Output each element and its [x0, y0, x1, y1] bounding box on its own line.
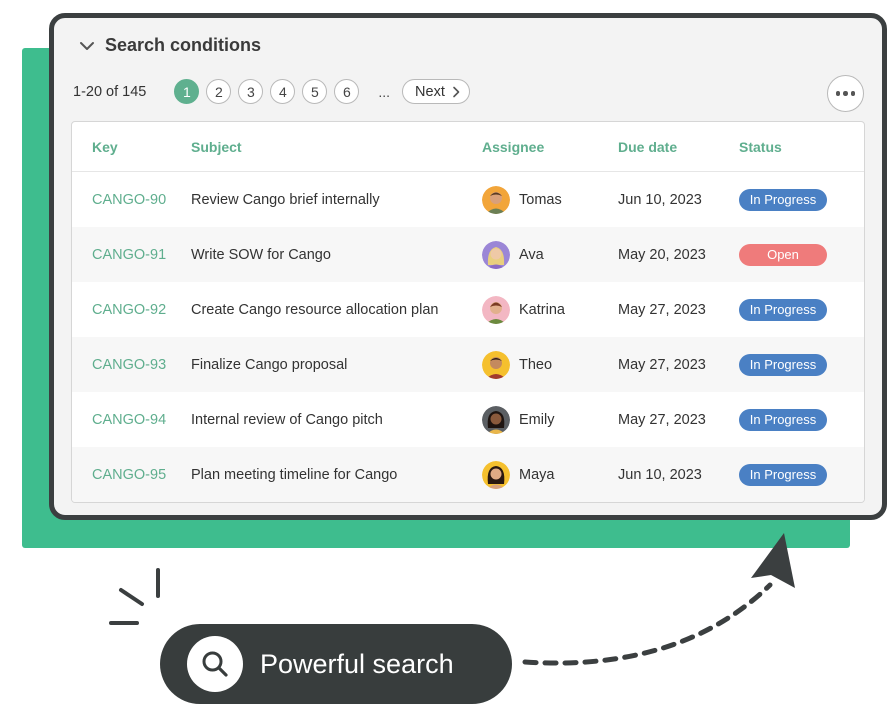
next-page-button[interactable]: Next	[402, 79, 470, 104]
due-date: Jun 10, 2023	[618, 191, 702, 208]
search-conditions-toggle[interactable]: Search conditions	[78, 35, 261, 56]
dot-icon	[850, 91, 856, 96]
page-button-5[interactable]: 5	[302, 79, 328, 104]
issue-subject: Create Cango resource allocation plan	[191, 301, 439, 318]
table-header: Key Subject Assignee Due date Status	[72, 122, 864, 172]
dashed-curve	[522, 582, 773, 666]
dot-icon	[835, 91, 841, 96]
page-ellipsis: ...	[378, 83, 391, 100]
chevron-down-icon	[80, 41, 94, 50]
search-conditions-title: Search conditions	[105, 35, 262, 55]
table-row[interactable]: CANGO-94 Internal review of Cango pitch …	[72, 392, 864, 447]
due-date: May 20, 2023	[618, 246, 706, 263]
issue-subject: Plan meeting timeline for Cango	[191, 466, 398, 483]
assignee: Maya	[482, 460, 618, 489]
avatar	[482, 405, 510, 434]
due-date: May 27, 2023	[618, 356, 706, 373]
assignee-name: Maya	[519, 466, 555, 483]
page-button-4[interactable]: 4	[270, 79, 296, 104]
issue-subject: Write SOW for Cango	[191, 246, 331, 263]
issue-subject: Finalize Cango proposal	[191, 356, 348, 373]
table-row[interactable]: CANGO-95 Plan meeting timeline for Cango…	[72, 447, 864, 502]
pagination: 1-20 of 145 1 2 3 4 5 6 ... Next	[73, 79, 470, 104]
avatar	[482, 185, 510, 214]
table-row[interactable]: CANGO-93 Finalize Cango proposal Theo Ma…	[72, 337, 864, 392]
avatar	[482, 295, 510, 324]
table-row[interactable]: CANGO-90 Review Cango brief internally T…	[72, 172, 864, 227]
page-button-2[interactable]: 2	[206, 79, 232, 104]
due-date: Jun 10, 2023	[618, 466, 702, 483]
assignee-name: Theo	[519, 356, 553, 373]
search-icon-circle	[187, 636, 243, 692]
search-icon	[202, 651, 228, 677]
header-due-date[interactable]: Due date	[618, 139, 739, 155]
assignee-name: Ava	[519, 246, 544, 263]
avatar	[482, 240, 510, 269]
due-date: May 27, 2023	[618, 411, 706, 428]
table-row[interactable]: CANGO-92 Create Cango resource allocatio…	[72, 282, 864, 337]
due-date: May 27, 2023	[618, 301, 706, 318]
header-subject[interactable]: Subject	[191, 139, 482, 155]
table-row[interactable]: CANGO-91 Write SOW for Cango Ava May 20,…	[72, 227, 864, 282]
assignee: Theo	[482, 350, 618, 379]
assignee: Tomas	[482, 185, 618, 214]
callout-label: Powerful search	[260, 648, 454, 679]
status-badge: In Progress	[739, 298, 827, 321]
assignee-name: Tomas	[519, 191, 562, 208]
spark-lines-icon	[109, 568, 160, 625]
page-button-6[interactable]: 6	[334, 79, 360, 104]
result-range: 1-20 of 145	[73, 83, 147, 100]
status-badge: In Progress	[739, 353, 827, 376]
issue-key-link[interactable]: CANGO-91	[92, 247, 166, 263]
assignee: Ava	[482, 240, 618, 269]
issues-table: Key Subject Assignee Due date Status CAN…	[71, 121, 865, 503]
status-badge: In Progress	[739, 188, 827, 211]
search-results-card: Search conditions 1-20 of 145 1 2 3 4 5 …	[49, 13, 887, 520]
chevron-right-icon	[453, 86, 460, 97]
issue-key-link[interactable]: CANGO-93	[92, 357, 166, 373]
issue-key-link[interactable]: CANGO-90	[92, 192, 166, 208]
assignee: Katrina	[482, 295, 618, 324]
avatar	[482, 350, 510, 379]
dot-icon	[843, 91, 848, 96]
status-badge: In Progress	[739, 463, 827, 486]
status-badge: Open	[739, 243, 827, 266]
header-assignee[interactable]: Assignee	[482, 139, 618, 155]
assignee-name: Emily	[519, 411, 555, 428]
status-badge: In Progress	[739, 408, 827, 431]
next-label: Next	[415, 83, 445, 100]
powerful-search-callout: Powerful search	[160, 624, 512, 704]
avatar	[482, 460, 510, 489]
assignee: Emily	[482, 405, 618, 434]
issue-key-link[interactable]: CANGO-94	[92, 412, 166, 428]
issue-subject: Internal review of Cango pitch	[191, 411, 383, 428]
page-button-1[interactable]: 1	[174, 79, 200, 104]
assignee-name: Katrina	[519, 301, 565, 318]
more-options-button[interactable]	[827, 75, 864, 112]
issue-subject: Review Cango brief internally	[191, 191, 380, 208]
header-status[interactable]: Status	[739, 139, 864, 155]
issue-key-link[interactable]: CANGO-92	[92, 302, 166, 318]
page-button-3[interactable]: 3	[238, 79, 264, 104]
header-key[interactable]: Key	[72, 139, 191, 155]
issue-key-link[interactable]: CANGO-95	[92, 467, 166, 483]
